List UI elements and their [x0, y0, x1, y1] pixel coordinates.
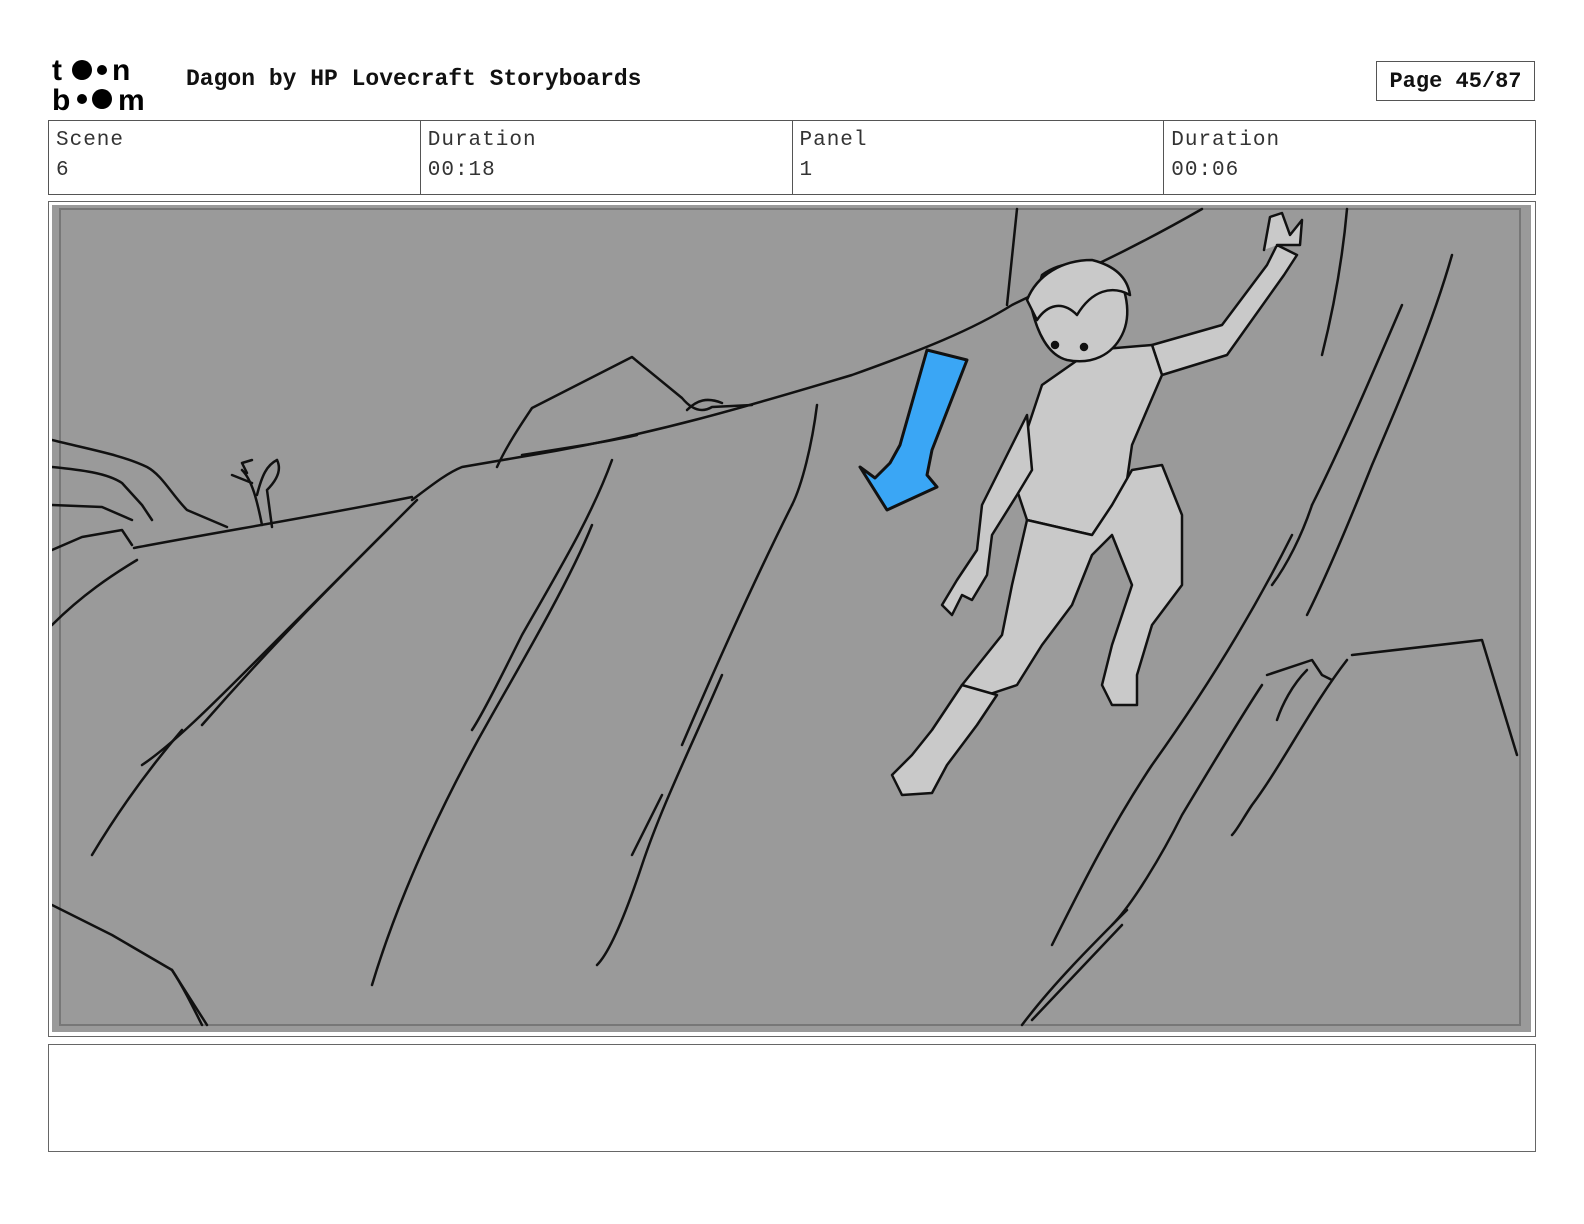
svg-text:m: m: [118, 84, 145, 114]
panel-duration-cell: Duration 00:06: [1164, 121, 1535, 194]
panel-value: 1: [799, 159, 814, 182]
panel-duration-value: 00:06: [1171, 159, 1240, 182]
scene-cell: Scene 6: [49, 121, 421, 194]
panel-cell: Panel 1: [793, 121, 1165, 194]
scene-duration-cell: Duration 00:18: [421, 121, 793, 194]
scene-label: Scene: [56, 129, 125, 152]
panel-background: [52, 205, 1531, 1032]
page-number: Page 45/87: [1376, 61, 1535, 101]
svg-text:n: n: [112, 54, 130, 87]
scene-duration-label: Duration: [427, 129, 537, 152]
panel-notes-box: [48, 1044, 1536, 1152]
svg-text:t: t: [52, 54, 62, 87]
storyboard-panel: [48, 201, 1536, 1037]
scene-info-table: Scene 6 Duration 00:18 Panel 1 Duration …: [48, 120, 1536, 195]
scene-duration-value: 00:18: [427, 159, 496, 182]
scene-value: 6: [56, 159, 70, 182]
toon-boom-logo: t n b m: [52, 54, 145, 114]
panel-drawing: [52, 205, 1531, 1032]
panel-duration-label: Duration: [1171, 129, 1281, 152]
svg-text:b: b: [52, 84, 70, 114]
panel-label: Panel: [799, 129, 868, 152]
document-title: Dagon by HP Lovecraft Storyboards: [186, 66, 642, 92]
